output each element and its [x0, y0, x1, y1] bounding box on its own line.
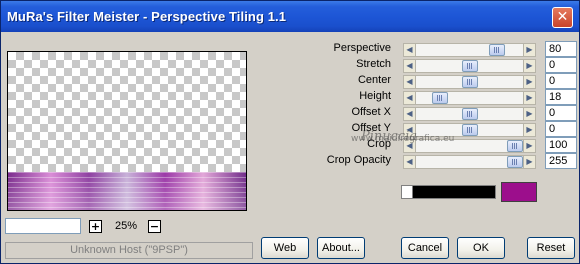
gradient-bar[interactable]: [401, 185, 496, 199]
preview-canvas[interactable]: [7, 51, 247, 211]
slider-track[interactable]: ◀ ▶: [403, 91, 536, 105]
slider-right-arrow-icon[interactable]: ▶: [523, 44, 535, 56]
slider-right-arrow-icon[interactable]: ▶: [523, 76, 535, 88]
slider-row-offset-x: Offset X ◀ ▶ 0: [301, 105, 577, 121]
slider-label: Perspective: [333, 42, 391, 54]
slider-row-crop-opacity: Crop Opacity ◀ ▶ 255: [301, 153, 577, 169]
slider-left-arrow-icon[interactable]: ◀: [404, 108, 416, 120]
slider-track[interactable]: ◀ ▶: [403, 43, 536, 57]
slider-right-arrow-icon[interactable]: ▶: [523, 108, 535, 120]
slider-thumb[interactable]: [462, 76, 478, 88]
slider-track[interactable]: ◀ ▶: [403, 107, 536, 121]
slider-row-perspective: Perspective ◀ ▶ 80: [301, 41, 577, 57]
slider-left-arrow-icon[interactable]: ◀: [404, 92, 416, 104]
watermark-url: www.maidiregrafica.eu: [351, 134, 455, 144]
slider-value-input[interactable]: 0: [545, 57, 577, 73]
zoom-in-button[interactable]: +: [89, 220, 102, 233]
zoom-out-button[interactable]: −: [148, 220, 161, 233]
slider-right-arrow-icon[interactable]: ▶: [523, 124, 535, 136]
reset-button[interactable]: Reset: [527, 237, 575, 259]
slider-thumb[interactable]: [507, 156, 523, 168]
slider-thumb[interactable]: [432, 92, 448, 104]
slider-value-input[interactable]: 0: [545, 121, 577, 137]
slider-row-stretch: Stretch ◀ ▶ 0: [301, 57, 577, 73]
slider-row-height: Height ◀ ▶ 18: [301, 89, 577, 105]
web-button[interactable]: Web: [261, 237, 309, 259]
slider-value-input[interactable]: 100: [545, 137, 577, 153]
color-swatch[interactable]: [501, 182, 537, 202]
preview-floor-lines: [8, 172, 246, 210]
slider-left-arrow-icon[interactable]: ◀: [404, 44, 416, 56]
slider-right-arrow-icon[interactable]: ▶: [523, 60, 535, 72]
slider-thumb[interactable]: [462, 124, 478, 136]
slider-left-arrow-icon[interactable]: ◀: [404, 76, 416, 88]
slider-thumb[interactable]: [489, 44, 505, 56]
cancel-button[interactable]: Cancel: [401, 237, 449, 259]
about-button[interactable]: About...: [317, 237, 365, 259]
status-bar: Unknown Host ("9PSP"): [5, 242, 253, 259]
slider-right-arrow-icon[interactable]: ▶: [523, 92, 535, 104]
slider-value-input[interactable]: 0: [545, 73, 577, 89]
slider-value-input[interactable]: 80: [545, 41, 577, 57]
slider-label: Crop Opacity: [326, 154, 391, 166]
gradient-handle[interactable]: [402, 186, 413, 198]
zoom-level-label: 25%: [115, 220, 138, 232]
slider-value-input[interactable]: 0: [545, 105, 577, 121]
slider-right-arrow-icon[interactable]: ▶: [523, 156, 535, 168]
slider-label: Offset X: [351, 106, 391, 118]
slider-label: Stretch: [356, 58, 391, 70]
filter-window: MuRa's Filter Meister - Perspective Tili…: [0, 0, 580, 264]
window-title: MuRa's Filter Meister - Perspective Tili…: [7, 9, 287, 24]
slider-track[interactable]: ◀ ▶: [403, 59, 536, 73]
slider-track[interactable]: ◀ ▶: [403, 75, 536, 89]
title-bar[interactable]: MuRa's Filter Meister - Perspective Tili…: [1, 1, 579, 32]
slider-thumb[interactable]: [507, 140, 523, 152]
slider-left-arrow-icon[interactable]: ◀: [404, 156, 416, 168]
slider-row-center: Center ◀ ▶ 0: [301, 73, 577, 89]
slider-label: Center: [357, 74, 391, 86]
slider-right-arrow-icon[interactable]: ▶: [523, 140, 535, 152]
slider-thumb[interactable]: [462, 60, 478, 72]
slider-thumb[interactable]: [462, 108, 478, 120]
slider-value-input[interactable]: 255: [545, 153, 577, 169]
slider-left-arrow-icon[interactable]: ◀: [404, 60, 416, 72]
slider-label: Height: [359, 90, 391, 102]
zoom-input[interactable]: [5, 218, 81, 234]
slider-value-input[interactable]: 18: [545, 89, 577, 105]
ok-button[interactable]: OK: [457, 237, 505, 259]
close-button[interactable]: ✕: [552, 7, 573, 28]
slider-track[interactable]: ◀ ▶: [403, 155, 536, 169]
